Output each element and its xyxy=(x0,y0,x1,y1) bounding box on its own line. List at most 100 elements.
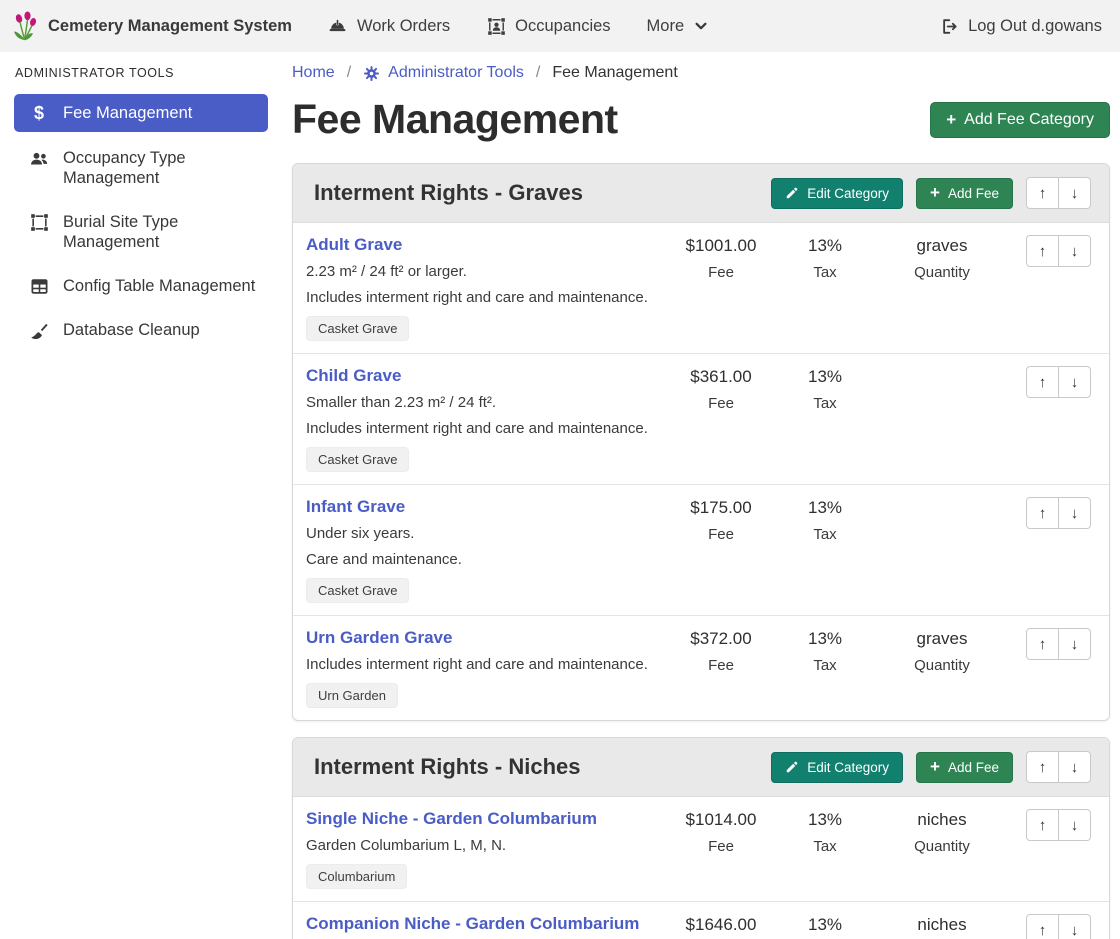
fee-name-link[interactable]: Urn Garden Grave xyxy=(306,628,452,648)
fee-quantity-label: Quantity xyxy=(873,657,1011,675)
fee-row: Urn Garden Grave Includes interment righ… xyxy=(293,616,1109,720)
fee-tax-value: 13% xyxy=(777,367,873,387)
main-content: Home / xyxy=(292,52,1110,939)
fee-row: Single Niche - Garden Columbarium Garden… xyxy=(293,797,1109,902)
move-category-up-button[interactable]: ↑ xyxy=(1026,177,1059,209)
breadcrumb-separator: / xyxy=(347,64,351,82)
sidebar-item-fee-management[interactable]: $ Fee Management xyxy=(14,94,268,132)
breadcrumb-current: Fee Management xyxy=(552,64,677,82)
fee-quantity-value: graves xyxy=(873,629,1011,649)
gear-icon xyxy=(363,65,380,82)
sidebar-item-label: Occupancy Type Management xyxy=(63,148,258,188)
logout-label: Log Out d.gowans xyxy=(968,17,1102,36)
sidebar-item-database-cleanup[interactable]: Database Cleanup xyxy=(14,312,268,349)
add-fee-button[interactable]: + Add Fee xyxy=(916,752,1013,783)
nav-work-orders[interactable]: Work Orders xyxy=(328,16,450,36)
fee-tag: Casket Grave xyxy=(306,578,409,603)
fee-reorder-controls: ↑ ↓ xyxy=(1026,497,1091,529)
nav-more[interactable]: More xyxy=(647,16,709,36)
hard-hat-icon xyxy=(328,16,348,36)
fee-row: Companion Niche - Garden Columbarium Gar… xyxy=(293,902,1109,939)
breadcrumb: Home / xyxy=(292,64,1110,82)
category-title: Interment Rights - Niches xyxy=(314,754,771,780)
move-fee-up-button[interactable]: ↑ xyxy=(1026,497,1059,529)
plus-icon: + xyxy=(946,113,956,127)
sidebar-item-label: Burial Site Type Management xyxy=(63,212,258,252)
add-fee-category-button[interactable]: + Add Fee Category xyxy=(930,102,1110,138)
move-category-down-button[interactable]: ↓ xyxy=(1058,751,1091,783)
logout-button[interactable]: Log Out d.gowans xyxy=(938,16,1102,36)
fee-row: Infant Grave Under six years. Care and m… xyxy=(293,485,1109,616)
fee-reorder-controls: ↑ ↓ xyxy=(1026,366,1091,398)
tulip-logo-icon xyxy=(12,11,38,41)
dollar-icon: $ xyxy=(28,103,50,123)
sidebar-item-occupancy-type-management[interactable]: Occupancy Type Management xyxy=(14,140,268,196)
categories: Interment Rights - Graves Edit Category … xyxy=(292,163,1110,939)
fee-name-link[interactable]: Infant Grave xyxy=(306,497,405,517)
breadcrumb-admin-tools-link[interactable]: Administrator Tools xyxy=(363,64,524,82)
broom-icon xyxy=(28,320,50,341)
arrow-down-icon: ↓ xyxy=(1071,505,1079,522)
fee-amount-cell: $1646.00 Fee xyxy=(665,914,777,939)
fee-amount-label: Fee xyxy=(665,838,777,856)
arrow-up-icon: ↑ xyxy=(1039,374,1047,391)
arrow-up-icon: ↑ xyxy=(1039,636,1047,653)
arrow-down-icon: ↓ xyxy=(1071,185,1079,202)
breadcrumb-home-link[interactable]: Home xyxy=(292,64,335,82)
fee-amount-cell: $361.00 Fee xyxy=(665,366,777,413)
fee-desc-1: Includes interment right and care and ma… xyxy=(306,656,648,674)
add-fee-button[interactable]: + Add Fee xyxy=(916,178,1013,209)
fee-name-link[interactable]: Single Niche - Garden Columbarium xyxy=(306,809,597,829)
move-fee-down-button[interactable]: ↓ xyxy=(1058,809,1091,841)
fee-reorder-controls: ↑ ↓ xyxy=(1026,914,1091,939)
fee-name-link[interactable]: Adult Grave xyxy=(306,235,402,255)
move-category-down-button[interactable]: ↓ xyxy=(1058,177,1091,209)
fee-name-link[interactable]: Companion Niche - Garden Columbarium xyxy=(306,914,639,934)
logout-icon xyxy=(938,16,958,36)
move-fee-down-button[interactable]: ↓ xyxy=(1058,235,1091,267)
edit-category-button[interactable]: Edit Category xyxy=(771,752,903,783)
add-fee-label: Add Fee xyxy=(948,760,999,775)
sidebar-item-config-table-management[interactable]: Config Table Management xyxy=(14,268,268,304)
sidebar-item-label: Database Cleanup xyxy=(63,320,200,341)
fee-amount-value: $361.00 xyxy=(665,367,777,387)
fee-amount-value: $1014.00 xyxy=(665,810,777,830)
fee-desc-2: Includes interment right and care and ma… xyxy=(306,420,648,438)
arrow-down-icon: ↓ xyxy=(1071,817,1079,834)
move-fee-up-button[interactable]: ↑ xyxy=(1026,366,1059,398)
app-brand[interactable]: Cemetery Management System xyxy=(12,11,292,41)
move-fee-down-button[interactable]: ↓ xyxy=(1058,628,1091,660)
arrow-down-icon: ↓ xyxy=(1071,243,1079,260)
fee-desc-2: Care and maintenance. xyxy=(306,551,462,569)
move-fee-down-button[interactable]: ↓ xyxy=(1058,366,1091,398)
edit-category-button[interactable]: Edit Category xyxy=(771,178,903,209)
fee-name-link[interactable]: Child Grave xyxy=(306,366,401,386)
fee-reorder-controls: ↑ ↓ xyxy=(1026,809,1091,841)
nav-occupancies[interactable]: Occupancies xyxy=(486,16,610,36)
plus-icon: + xyxy=(930,760,940,774)
move-fee-up-button[interactable]: ↑ xyxy=(1026,235,1059,267)
category-reorder-controls: ↑ ↓ xyxy=(1026,177,1091,209)
move-fee-up-button[interactable]: ↑ xyxy=(1026,914,1059,939)
arrow-down-icon: ↓ xyxy=(1071,759,1079,776)
fee-tax-label: Tax xyxy=(777,264,873,282)
sidebar-item-burial-site-type-management[interactable]: Burial Site Type Management xyxy=(14,204,268,260)
fee-amount-label: Fee xyxy=(665,657,777,675)
fee-amount-label: Fee xyxy=(665,526,777,544)
move-fee-down-button[interactable]: ↓ xyxy=(1058,497,1091,529)
fee-amount-value: $1001.00 xyxy=(665,236,777,256)
fee-tag: Casket Grave xyxy=(306,316,409,341)
edit-category-label: Edit Category xyxy=(807,760,889,775)
arrow-up-icon: ↑ xyxy=(1039,922,1047,939)
fee-desc-1: Garden Columbarium L, M, N. xyxy=(306,837,506,855)
move-fee-down-button[interactable]: ↓ xyxy=(1058,914,1091,939)
move-category-up-button[interactable]: ↑ xyxy=(1026,751,1059,783)
arrow-up-icon: ↑ xyxy=(1039,505,1047,522)
fee-amount-value: $175.00 xyxy=(665,498,777,518)
move-fee-up-button[interactable]: ↑ xyxy=(1026,809,1059,841)
fee-tax-label: Tax xyxy=(777,838,873,856)
fee-category-card: Interment Rights - Niches Edit Category … xyxy=(292,737,1110,939)
move-fee-up-button[interactable]: ↑ xyxy=(1026,628,1059,660)
fee-quantity-cell: graves Quantity xyxy=(873,628,1011,675)
arrow-up-icon: ↑ xyxy=(1039,243,1047,260)
